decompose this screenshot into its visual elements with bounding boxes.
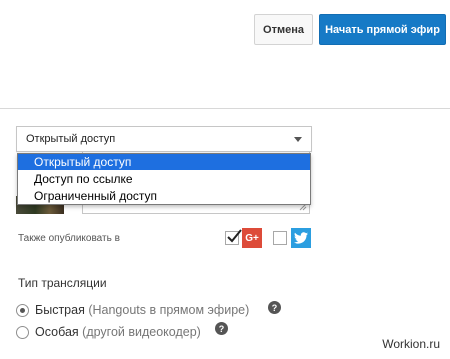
cancel-button[interactable]: Отмена: [254, 14, 313, 45]
checkmark-icon: [227, 229, 242, 243]
google-plus-icon: G+: [242, 228, 262, 248]
stream-option-custom-label: Особая: [35, 325, 79, 339]
divider: [0, 108, 450, 109]
radio-selected-dot: [20, 308, 25, 313]
twitter-checkbox[interactable]: [273, 231, 287, 245]
help-icon[interactable]: ?: [215, 322, 228, 335]
stream-option-custom-sub: (другой видеокодер): [82, 325, 201, 339]
stream-option-fast-label: Быстрая: [35, 303, 85, 317]
radio-fast[interactable]: [16, 304, 29, 317]
privacy-select-value: Открытый доступ: [26, 133, 116, 145]
gplus-checkbox[interactable]: [225, 229, 242, 245]
start-live-button[interactable]: Начать прямой эфир: [319, 14, 446, 45]
privacy-option-public[interactable]: Открытый доступ: [18, 154, 310, 170]
twitter-icon: [291, 228, 311, 248]
watermark: Workion.ru: [382, 337, 440, 351]
help-icon[interactable]: ?: [268, 301, 281, 314]
stream-option-custom[interactable]: Особая (другой видеокодер): [35, 325, 201, 339]
also-publish-label: Также опубликовать в: [18, 233, 120, 244]
privacy-option-private[interactable]: Ограниченный доступ: [18, 188, 310, 204]
privacy-option-unlisted[interactable]: Доступ по ссылке: [18, 171, 310, 187]
stream-option-fast-sub: (Hangouts в прямом эфире): [88, 303, 250, 317]
stream-type-title: Тип трансляции: [18, 276, 107, 290]
stream-option-fast[interactable]: Быстрая (Hangouts в прямом эфире): [35, 303, 249, 317]
privacy-dropdown: Открытый доступ Доступ по ссылке Огранич…: [17, 153, 311, 205]
chevron-down-icon: [294, 137, 302, 142]
privacy-select[interactable]: Открытый доступ: [16, 126, 312, 152]
radio-custom[interactable]: [16, 326, 29, 339]
